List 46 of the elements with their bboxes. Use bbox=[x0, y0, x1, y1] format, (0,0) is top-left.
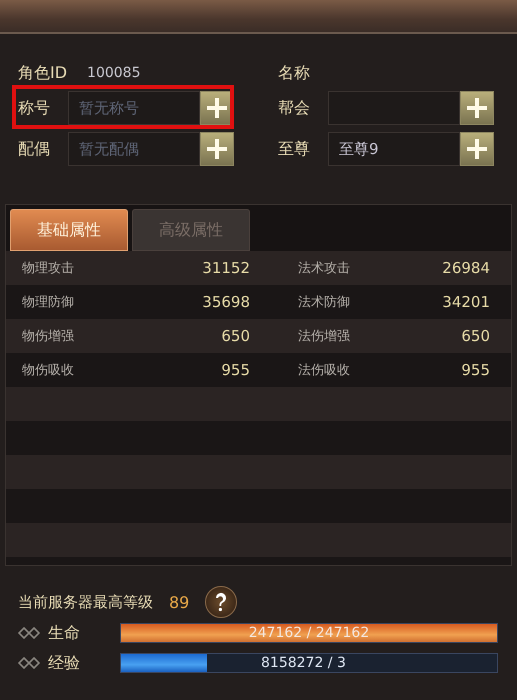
stat-label: 法伤吸收 bbox=[297, 362, 351, 379]
field-label: 帮会 bbox=[278, 98, 311, 118]
diamond-icon bbox=[18, 627, 40, 639]
field-label: 配偶 bbox=[18, 138, 51, 160]
bar-label: 经验 bbox=[48, 652, 81, 674]
plus-icon bbox=[466, 138, 488, 160]
help-icon bbox=[214, 592, 228, 612]
bar-label: 生命 bbox=[48, 622, 81, 644]
stat-value: 955 bbox=[460, 361, 491, 379]
stat-label: 物伤吸收 bbox=[22, 362, 75, 379]
plus-icon bbox=[466, 97, 488, 119]
stat-label: 法术防御 bbox=[297, 294, 351, 311]
server-level-value: 89 bbox=[169, 592, 190, 612]
stat-value: 650 bbox=[460, 327, 491, 345]
stat-label: 法术攻击 bbox=[297, 260, 351, 277]
diamond-icon bbox=[18, 657, 40, 669]
stat-value: 650 bbox=[220, 327, 251, 345]
add-button[interactable] bbox=[460, 91, 494, 125]
tab[interactable]: 基础属性 bbox=[10, 209, 128, 251]
stat-label: 物理防御 bbox=[22, 294, 75, 311]
stat-value: 26984 bbox=[441, 259, 491, 277]
role-id: 100085 bbox=[87, 65, 140, 81]
input-field[interactable]: 至尊9 bbox=[328, 132, 460, 166]
stat-label: 法伤增强 bbox=[297, 328, 351, 345]
input-field[interactable]: 暂无称号 bbox=[68, 91, 200, 125]
server-level-label: 当前服务器最高等级 bbox=[18, 592, 153, 612]
bar-reading: 8158272 / 3 bbox=[261, 654, 347, 672]
stat-label: 物理攻击 bbox=[22, 260, 75, 277]
field-label: 称号 bbox=[18, 98, 51, 118]
field-label: 至尊 bbox=[278, 138, 311, 160]
plus-icon bbox=[206, 138, 228, 160]
help-button[interactable] bbox=[205, 586, 238, 618]
add-button[interactable] bbox=[200, 132, 234, 166]
field-label: 名称 bbox=[278, 62, 311, 84]
stat-label: 物伤增强 bbox=[22, 328, 75, 345]
bar-reading: 247162 / 247162 bbox=[248, 624, 370, 642]
input-field[interactable] bbox=[328, 91, 460, 125]
stat-value: 31152 bbox=[201, 259, 251, 277]
input-field[interactable]: 暂无配偶 bbox=[68, 132, 200, 166]
stat-value: 35698 bbox=[201, 293, 251, 311]
stat-value: 955 bbox=[220, 361, 251, 379]
add-button[interactable] bbox=[460, 132, 494, 166]
field-label: 角色ID bbox=[18, 62, 68, 84]
stat-value: 34201 bbox=[441, 293, 491, 311]
tab[interactable]: 高级属性 bbox=[132, 209, 250, 251]
plus-icon bbox=[206, 97, 228, 119]
